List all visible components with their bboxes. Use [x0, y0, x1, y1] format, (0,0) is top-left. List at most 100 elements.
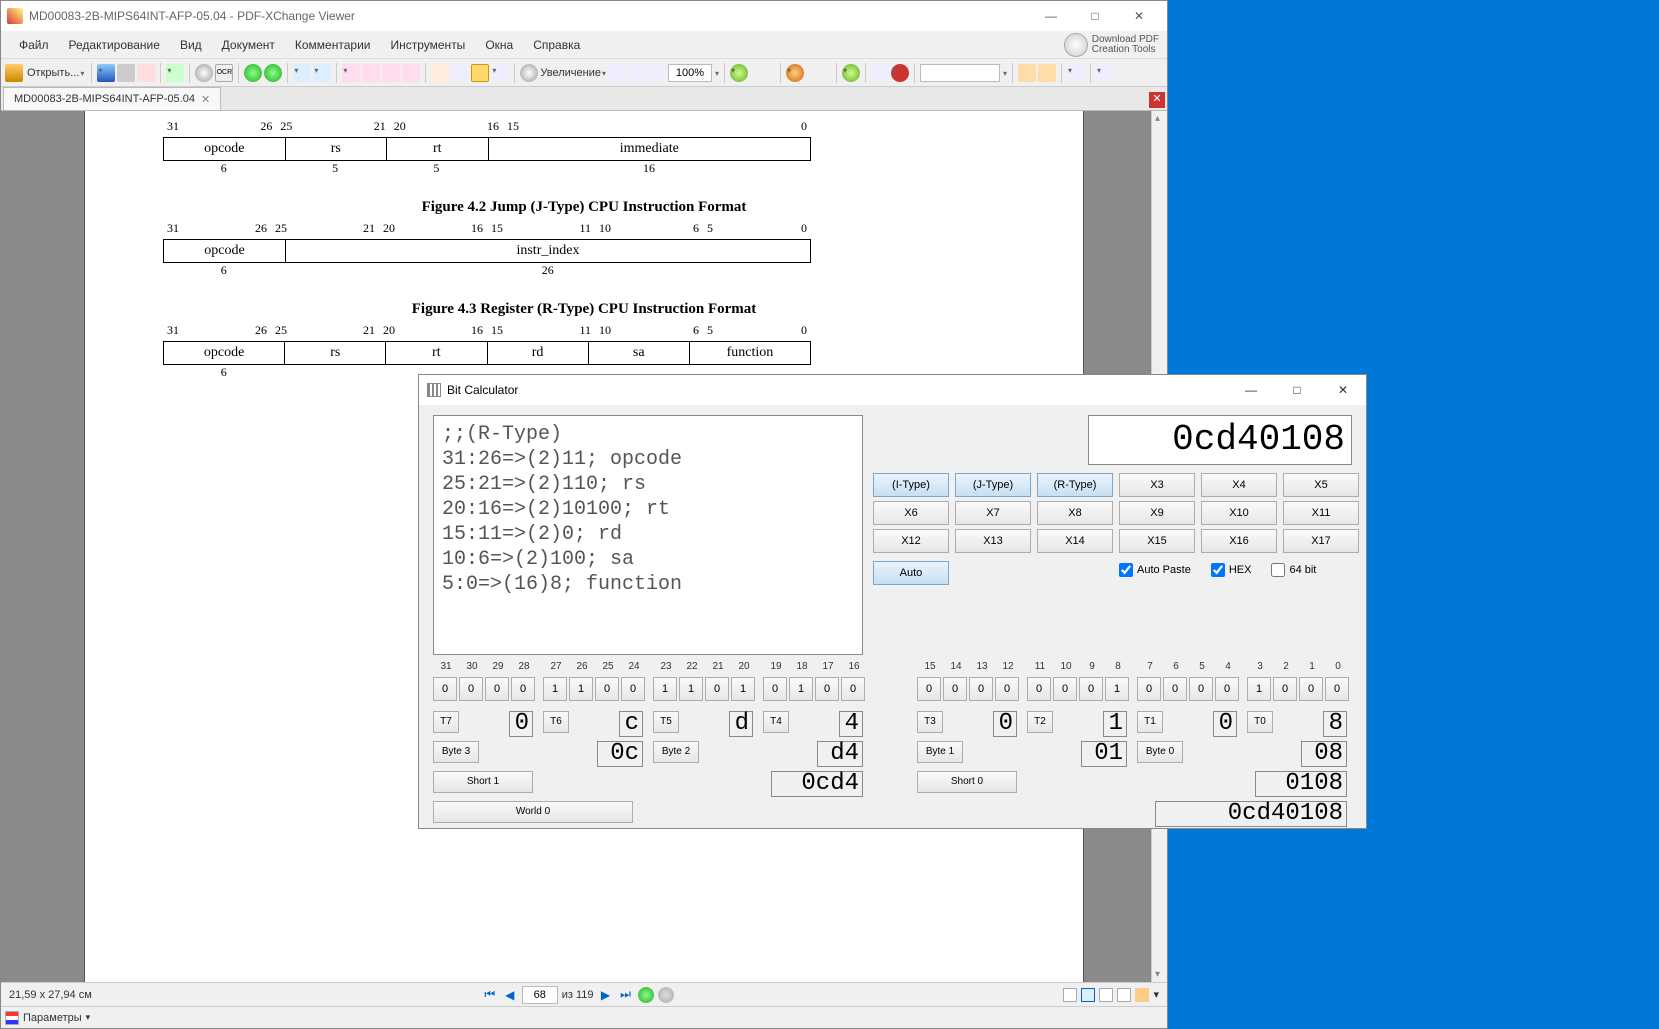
layout-single-icon[interactable] — [342, 64, 360, 82]
bit-button[interactable]: 0 — [1189, 677, 1213, 701]
maximize-button[interactable]: □ — [1073, 1, 1117, 31]
bit-button[interactable]: 0 — [1053, 677, 1077, 701]
preset-button[interactable]: X8 — [1037, 501, 1113, 525]
bit-button[interactable]: 0 — [943, 677, 967, 701]
bit-button[interactable]: 0 — [595, 677, 619, 701]
short-button[interactable]: Short 0 — [917, 771, 1017, 793]
preset-button[interactable]: (R-Type) — [1037, 473, 1113, 497]
preset-button[interactable]: X12 — [873, 529, 949, 553]
stamp-icon[interactable] — [891, 64, 909, 82]
first-page-icon[interactable]: ⏮ — [482, 987, 498, 1003]
preset-button[interactable]: X3 — [1119, 473, 1195, 497]
fwd-icon[interactable] — [658, 987, 674, 1003]
bit-button[interactable]: 1 — [653, 677, 677, 701]
zoom-input[interactable] — [668, 64, 712, 82]
fit-page-icon[interactable] — [608, 64, 626, 82]
fit-width-icon[interactable] — [628, 64, 646, 82]
more-icon[interactable] — [1096, 64, 1114, 82]
preset-button[interactable]: X9 — [1119, 501, 1195, 525]
short-button[interactable]: Short 1 — [433, 771, 533, 793]
download-pdf-tools[interactable]: Download PDFCreation Tools — [1064, 33, 1159, 57]
menu-comments[interactable]: Комментарии — [285, 34, 381, 56]
preset-button[interactable]: (I-Type) — [873, 473, 949, 497]
back-icon[interactable] — [638, 987, 654, 1003]
add2-icon[interactable] — [842, 64, 860, 82]
search-icon[interactable] — [195, 64, 213, 82]
bit-button[interactable]: 0 — [1325, 677, 1349, 701]
bit-button[interactable]: 0 — [1215, 677, 1239, 701]
combo-font[interactable] — [920, 64, 1000, 82]
bit-button[interactable]: 0 — [433, 677, 457, 701]
menu-file[interactable]: Файл — [9, 34, 59, 56]
document-tab[interactable]: MD00083-2B-MIPS64INT-AFP-05.04 ✕ — [3, 87, 221, 110]
preset-button[interactable]: X4 — [1201, 473, 1277, 497]
preset-button[interactable]: X17 — [1283, 529, 1359, 553]
nibble-button[interactable]: T0 — [1247, 711, 1273, 733]
bit-button[interactable]: 0 — [917, 677, 941, 701]
menu-edit[interactable]: Редактирование — [59, 34, 170, 56]
preset-button[interactable]: X14 — [1037, 529, 1113, 553]
preset-button[interactable]: X5 — [1283, 473, 1359, 497]
bit-button[interactable]: 0 — [841, 677, 865, 701]
layout3-icon[interactable] — [1099, 988, 1113, 1002]
hand-icon[interactable] — [431, 64, 449, 82]
bit-button[interactable]: 1 — [543, 677, 567, 701]
prev-page-icon[interactable]: ◀ — [502, 987, 518, 1003]
nibble-button[interactable]: T6 — [543, 711, 569, 733]
calc-maximize-button[interactable]: □ — [1274, 375, 1320, 405]
bit-button[interactable]: 0 — [621, 677, 645, 701]
page-number-input[interactable] — [522, 986, 558, 1004]
byte-button[interactable]: Byte 0 — [1137, 741, 1183, 763]
preset-button[interactable]: X10 — [1201, 501, 1277, 525]
menu-windows[interactable]: Окна — [475, 34, 523, 56]
preset-button[interactable]: X13 — [955, 529, 1031, 553]
menu-view[interactable]: Вид — [170, 34, 212, 56]
layout-cont-icon[interactable] — [382, 64, 400, 82]
preset-button[interactable]: X7 — [955, 501, 1031, 525]
close-all-tabs-icon[interactable]: ✕ — [1149, 92, 1165, 108]
fit-button-icon[interactable] — [1135, 988, 1149, 1002]
export-icon[interactable] — [166, 64, 184, 82]
menu-help[interactable]: Справка — [523, 34, 590, 56]
bit-button[interactable]: 1 — [569, 677, 593, 701]
layout2-icon[interactable] — [1081, 988, 1095, 1002]
byte-button[interactable]: Byte 2 — [653, 741, 699, 763]
preset-button[interactable]: X15 — [1119, 529, 1195, 553]
bit-button[interactable]: 0 — [705, 677, 729, 701]
preset-button[interactable]: X16 — [1201, 529, 1277, 553]
rotate-left-icon[interactable] — [293, 64, 311, 82]
bit-button[interactable]: 0 — [1299, 677, 1323, 701]
zoom-label[interactable]: Увеличение — [540, 67, 606, 79]
last-page-icon[interactable]: ⏭ — [618, 987, 634, 1003]
actual-size-icon[interactable] — [648, 64, 666, 82]
web-icon[interactable] — [786, 64, 804, 82]
bit-button[interactable]: 0 — [995, 677, 1019, 701]
bit-button[interactable]: 0 — [485, 677, 509, 701]
ocr-icon[interactable]: OCR — [215, 64, 233, 82]
minimize-button[interactable]: — — [1029, 1, 1073, 31]
bit-button[interactable]: 0 — [815, 677, 839, 701]
add-icon[interactable] — [730, 64, 748, 82]
byte-button[interactable]: Byte 3 — [433, 741, 479, 763]
preset-button[interactable]: X6 — [873, 501, 949, 525]
bit-button[interactable]: 0 — [763, 677, 787, 701]
rotate-right-icon[interactable] — [313, 64, 331, 82]
bit-button[interactable]: 1 — [731, 677, 755, 701]
open-icon[interactable] — [5, 64, 23, 82]
preset-button[interactable]: X11 — [1283, 501, 1359, 525]
nibble-button[interactable]: T3 — [917, 711, 943, 733]
select-icon[interactable] — [471, 64, 489, 82]
bit-button[interactable]: 0 — [1273, 677, 1297, 701]
bit-button[interactable]: 1 — [789, 677, 813, 701]
nibble-button[interactable]: T4 — [763, 711, 789, 733]
calc-close-button[interactable]: ✕ — [1320, 375, 1366, 405]
menu-document[interactable]: Документ — [212, 34, 285, 56]
layout-facing-icon[interactable] — [362, 64, 380, 82]
bit-button[interactable]: 0 — [1027, 677, 1051, 701]
menu-tools[interactable]: Инструменты — [380, 34, 475, 56]
pdf-params-bar[interactable]: Параметры ▾ — [1, 1006, 1167, 1028]
bit-button[interactable]: 1 — [679, 677, 703, 701]
sixtyfour-bit-checkbox[interactable]: 64 bit — [1271, 563, 1316, 577]
close-button[interactable]: ✕ — [1117, 1, 1161, 31]
nibble-button[interactable]: T1 — [1137, 711, 1163, 733]
